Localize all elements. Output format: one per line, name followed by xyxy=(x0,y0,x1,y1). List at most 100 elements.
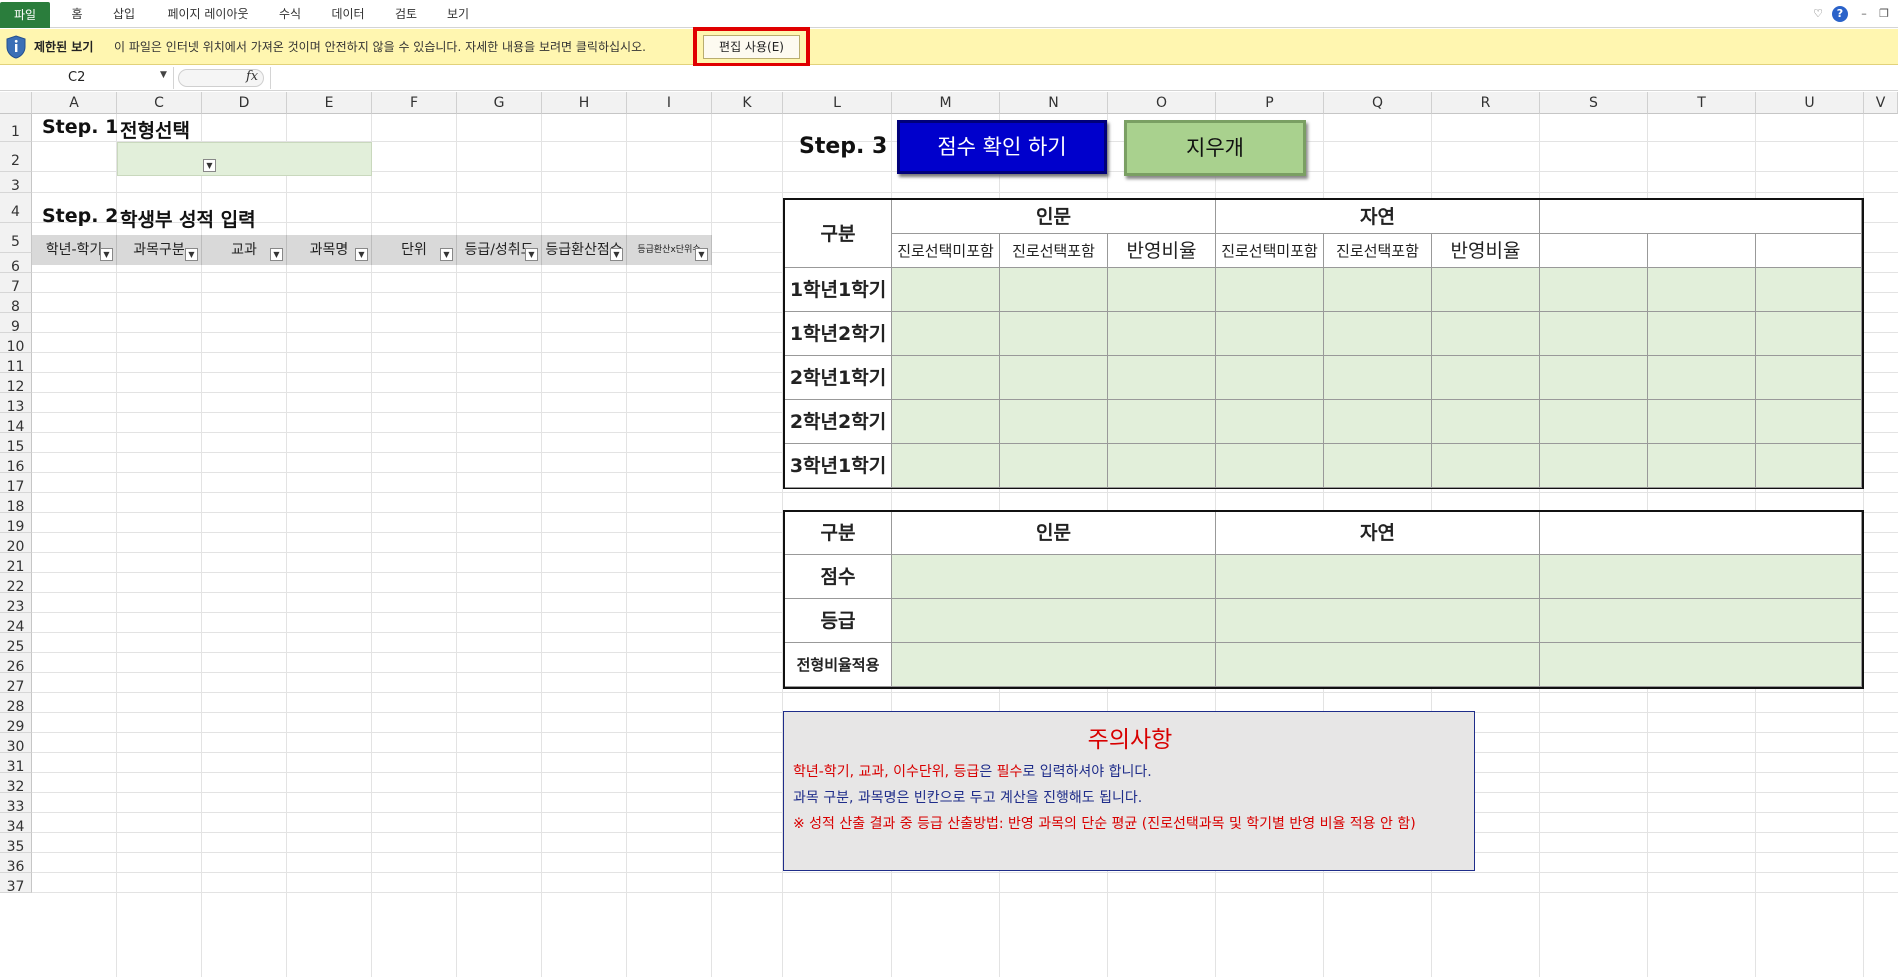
insert-function-icon[interactable]: fx xyxy=(246,69,258,84)
row-header-3[interactable]: 3 xyxy=(0,172,32,194)
column-header-h[interactable]: H xyxy=(542,92,627,114)
window-minimize-icon[interactable]: – xyxy=(1856,6,1872,22)
column-header-a[interactable]: A xyxy=(32,92,117,114)
ribbon-minimize-icon[interactable]: ♡ xyxy=(1810,6,1826,22)
row-header-9[interactable]: 9 xyxy=(0,313,32,335)
row-header-13[interactable]: 13 xyxy=(0,393,32,415)
row-header-28[interactable]: 28 xyxy=(0,693,32,715)
row-header-33[interactable]: 33 xyxy=(0,793,32,815)
tab-view[interactable]: 보기 xyxy=(438,0,478,28)
column-header-o[interactable]: O xyxy=(1108,92,1216,114)
row-header-6[interactable]: 6 xyxy=(0,253,32,275)
notes-line-optional: 과목 구분, 과목명은 빈칸으로 두고 계산을 진행해도 됩니다. xyxy=(793,790,1143,806)
row-header-7[interactable]: 7 xyxy=(0,273,32,295)
table1-score-cell xyxy=(1540,444,1648,488)
row-header-5[interactable]: 5 xyxy=(0,223,32,253)
row-header-16[interactable]: 16 xyxy=(0,453,32,475)
tab-file[interactable]: 파일 xyxy=(0,2,50,28)
column-header-s[interactable]: S xyxy=(1540,92,1648,114)
row-header-21[interactable]: 21 xyxy=(0,553,32,575)
grid-row-line xyxy=(32,892,1898,893)
column-header-p[interactable]: P xyxy=(1216,92,1324,114)
row-header-23[interactable]: 23 xyxy=(0,593,32,615)
row-header-17[interactable]: 17 xyxy=(0,473,32,495)
column-header-c[interactable]: C xyxy=(117,92,202,114)
row-header-25[interactable]: 25 xyxy=(0,633,32,655)
row-header-26[interactable]: 26 xyxy=(0,653,32,675)
grid-row-line xyxy=(32,192,1898,193)
row-header-27[interactable]: 27 xyxy=(0,673,32,695)
row-header-19[interactable]: 19 xyxy=(0,513,32,535)
row-header-4[interactable]: 4 xyxy=(0,193,32,223)
table1-score-cell xyxy=(1108,444,1216,488)
row-header-32[interactable]: 32 xyxy=(0,773,32,795)
row-header-8[interactable]: 8 xyxy=(0,293,32,315)
column-header-q[interactable]: Q xyxy=(1324,92,1432,114)
row-header-29[interactable]: 29 xyxy=(0,713,32,735)
column-header-u[interactable]: U xyxy=(1756,92,1864,114)
column-header-t[interactable]: T xyxy=(1648,92,1756,114)
row-header-12[interactable]: 12 xyxy=(0,373,32,395)
table2-humanities-cell xyxy=(892,599,1216,643)
filter-dropdown-icon[interactable]: ▼ xyxy=(525,248,538,261)
filter-dropdown-icon[interactable]: ▼ xyxy=(270,248,283,261)
filter-dropdown-icon[interactable]: ▼ xyxy=(695,248,708,261)
row-header-15[interactable]: 15 xyxy=(0,433,32,455)
protected-view-title: 제한된 보기 xyxy=(34,40,94,54)
enable-editing-button[interactable]: 편집 사용(E) xyxy=(703,35,800,59)
clear-button[interactable]: 지우개 xyxy=(1124,120,1306,176)
row-header-14[interactable]: 14 xyxy=(0,413,32,435)
tab-formulas[interactable]: 수식 xyxy=(272,0,308,28)
tab-page-layout[interactable]: 페이지 레이아웃 xyxy=(156,0,260,28)
row-header-18[interactable]: 18 xyxy=(0,493,32,515)
column-header-d[interactable]: D xyxy=(202,92,287,114)
column-header-v[interactable]: V xyxy=(1864,92,1898,114)
row-header-11[interactable]: 11 xyxy=(0,353,32,375)
row-header-34[interactable]: 34 xyxy=(0,813,32,835)
column-header-i[interactable]: I xyxy=(627,92,712,114)
admission-type-dropdown-icon[interactable]: ▼ xyxy=(203,159,216,172)
tab-insert[interactable]: 삽입 xyxy=(104,0,144,28)
column-header-f[interactable]: F xyxy=(372,92,457,114)
filter-dropdown-icon[interactable]: ▼ xyxy=(440,248,453,261)
column-header-g[interactable]: G xyxy=(457,92,542,114)
row-header-31[interactable]: 31 xyxy=(0,753,32,775)
row-header-36[interactable]: 36 xyxy=(0,853,32,875)
row-header-2[interactable]: 2 xyxy=(0,142,32,172)
column-header-r[interactable]: R xyxy=(1432,92,1540,114)
grid-row-line xyxy=(32,492,1898,493)
admission-type-select-cell[interactable] xyxy=(117,142,372,176)
tab-review[interactable]: 검토 xyxy=(388,0,424,28)
row-header-1[interactable]: 1 xyxy=(0,114,32,142)
help-icon[interactable]: ? xyxy=(1832,6,1848,22)
filter-dropdown-icon[interactable]: ▼ xyxy=(185,248,198,261)
name-box-dropdown-icon[interactable]: ▼ xyxy=(160,70,167,80)
tab-home[interactable]: 홈 xyxy=(62,0,92,28)
row-header-20[interactable]: 20 xyxy=(0,533,32,555)
row-header-22[interactable]: 22 xyxy=(0,573,32,595)
grid-row-line xyxy=(32,872,1898,873)
grade-header-4: 과목명 ▼ xyxy=(287,235,372,265)
column-header-m[interactable]: M xyxy=(892,92,1000,114)
row-header-35[interactable]: 35 xyxy=(0,833,32,855)
row-header-24[interactable]: 24 xyxy=(0,613,32,635)
formula-input[interactable] xyxy=(270,67,1898,89)
filter-dropdown-icon[interactable]: ▼ xyxy=(355,248,368,261)
check-score-button[interactable]: 점수 확인 하기 xyxy=(897,120,1107,174)
tab-data[interactable]: 데이터 xyxy=(322,0,374,28)
column-header-k[interactable]: K xyxy=(712,92,783,114)
table1-score-cell xyxy=(1000,400,1108,444)
select-all-corner[interactable] xyxy=(0,92,32,114)
window-restore-icon[interactable]: ❐ xyxy=(1876,6,1892,22)
name-box[interactable]: C2 ▼ xyxy=(0,67,174,89)
protected-view-message[interactable]: 이 파일은 인터넷 위치에서 가져온 것이며 안전하지 않을 수 있습니다. 자… xyxy=(114,38,646,55)
row-header-10[interactable]: 10 xyxy=(0,333,32,355)
column-header-e[interactable]: E xyxy=(287,92,372,114)
column-header-n[interactable]: N xyxy=(1000,92,1108,114)
filter-dropdown-icon[interactable]: ▼ xyxy=(610,248,623,261)
filter-dropdown-icon[interactable]: ▼ xyxy=(100,248,113,261)
row-header-30[interactable]: 30 xyxy=(0,733,32,755)
table1-score-cell xyxy=(1000,356,1108,400)
row-header-37[interactable]: 37 xyxy=(0,873,32,895)
column-header-l[interactable]: L xyxy=(783,92,892,114)
